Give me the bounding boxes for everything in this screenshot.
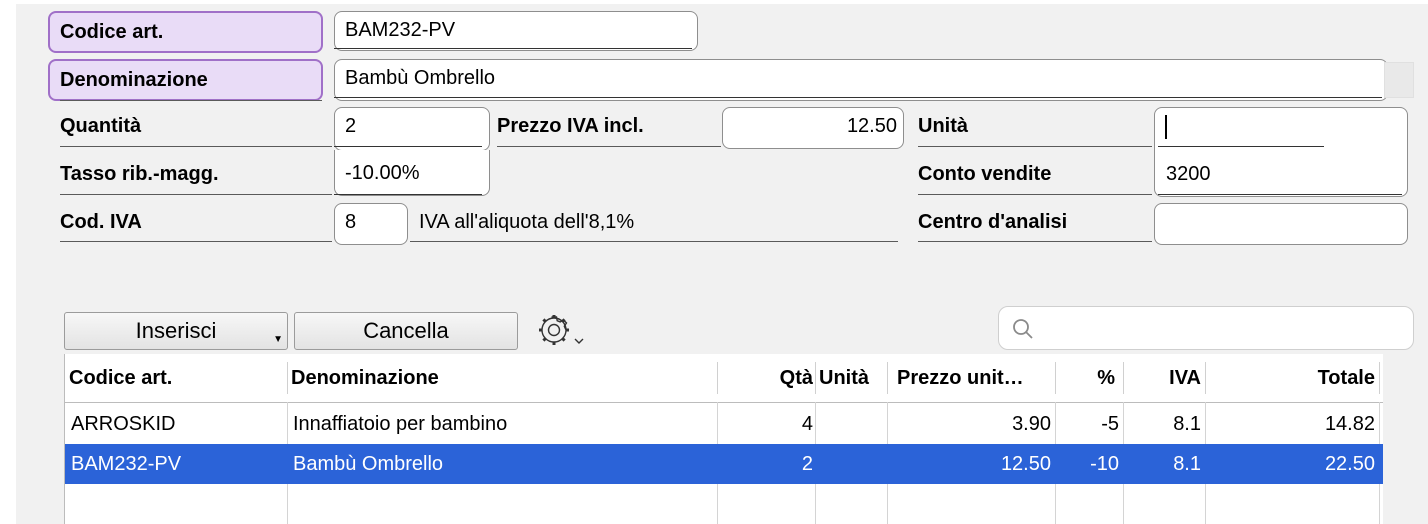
column-header-iva[interactable]: IVA bbox=[1125, 354, 1201, 402]
dropdown-arrow-icon: ▼ bbox=[273, 334, 283, 345]
conto-field[interactable]: 3200 bbox=[1166, 162, 1211, 186]
table-header: Codice art. Denominazione Qtà Unità Prez… bbox=[65, 354, 1383, 403]
centro-label: Centro d'analisi bbox=[918, 211, 1068, 233]
codiva-label: Cod. IVA bbox=[60, 211, 142, 233]
cell-iva: 8.1 bbox=[1173, 413, 1201, 435]
prezzo-label: Prezzo IVA incl. bbox=[497, 115, 644, 137]
column-header-totale[interactable]: Totale bbox=[1207, 354, 1375, 402]
conto-label: Conto vendite bbox=[918, 163, 1052, 185]
cell-unita bbox=[821, 404, 881, 444]
cell-iva: 8.1 bbox=[1173, 453, 1201, 475]
items-table: Codice art. Denominazione Qtà Unità Prez… bbox=[64, 354, 1383, 524]
tasso-field[interactable]: -10.00% bbox=[334, 150, 490, 196]
codiva-description: IVA all'aliquota dell'8,1% bbox=[419, 211, 635, 233]
table-row[interactable]: ARROSKID Innaffiatoio per bambino 4 3.90… bbox=[65, 404, 1383, 444]
insert-button[interactable]: Inserisci ▼ bbox=[64, 312, 288, 350]
cell-codice: ARROSKID bbox=[71, 413, 176, 435]
column-header-denominazione[interactable]: Denominazione bbox=[291, 354, 711, 402]
tasso-label: Tasso rib.-magg. bbox=[60, 163, 219, 185]
codice-label: Codice art. bbox=[48, 11, 323, 53]
denominazione-label: Denominazione bbox=[48, 59, 323, 101]
cell-prezzo: 3.90 bbox=[1012, 413, 1051, 435]
expand-handle bbox=[1384, 62, 1414, 98]
cell-percent: -5 bbox=[1101, 413, 1119, 435]
codiva-field[interactable]: 8 bbox=[334, 203, 408, 245]
codice-field[interactable]: BAM232-PV bbox=[334, 11, 698, 51]
cell-totale: 22.50 bbox=[1324, 453, 1375, 475]
delete-button[interactable]: Cancella bbox=[294, 312, 518, 350]
cell-totale: 14.82 bbox=[1324, 413, 1375, 435]
cell-unita bbox=[821, 444, 881, 484]
table-row-selected[interactable]: BAM232-PV Bambù Ombrello 2 12.50 -10 8.1… bbox=[65, 444, 1383, 484]
prezzo-field[interactable]: 12.50 bbox=[722, 107, 904, 149]
centro-field[interactable] bbox=[1154, 203, 1408, 245]
column-header-qta[interactable]: Qtà bbox=[719, 354, 813, 402]
cell-qta: 2 bbox=[801, 453, 813, 475]
cell-qta: 4 bbox=[801, 413, 813, 435]
text-cursor bbox=[1165, 115, 1167, 139]
quantita-label: Quantità bbox=[60, 115, 142, 137]
cell-prezzo: 12.50 bbox=[1000, 453, 1051, 475]
cell-denominazione: Innaffiatoio per bambino bbox=[293, 413, 508, 435]
column-header-codice[interactable]: Codice art. bbox=[69, 354, 279, 402]
column-header-prezzo[interactable]: Prezzo unit… bbox=[897, 354, 1055, 402]
cell-codice: BAM232-PV bbox=[71, 453, 182, 475]
unita-label: Unità bbox=[918, 115, 968, 137]
search-input[interactable] bbox=[998, 306, 1414, 350]
insert-button-label: Inserisci bbox=[135, 318, 217, 343]
cell-percent: -10 bbox=[1090, 453, 1119, 475]
quantita-field[interactable]: 2 bbox=[334, 107, 490, 151]
column-header-unita[interactable]: Unità bbox=[819, 354, 883, 402]
gear-icon[interactable] bbox=[536, 313, 588, 349]
denominazione-field[interactable]: Bambù Ombrello bbox=[334, 59, 1388, 101]
column-header-percent[interactable]: % bbox=[1057, 354, 1115, 402]
search-icon bbox=[1013, 319, 1033, 339]
cell-denominazione: Bambù Ombrello bbox=[293, 453, 444, 475]
